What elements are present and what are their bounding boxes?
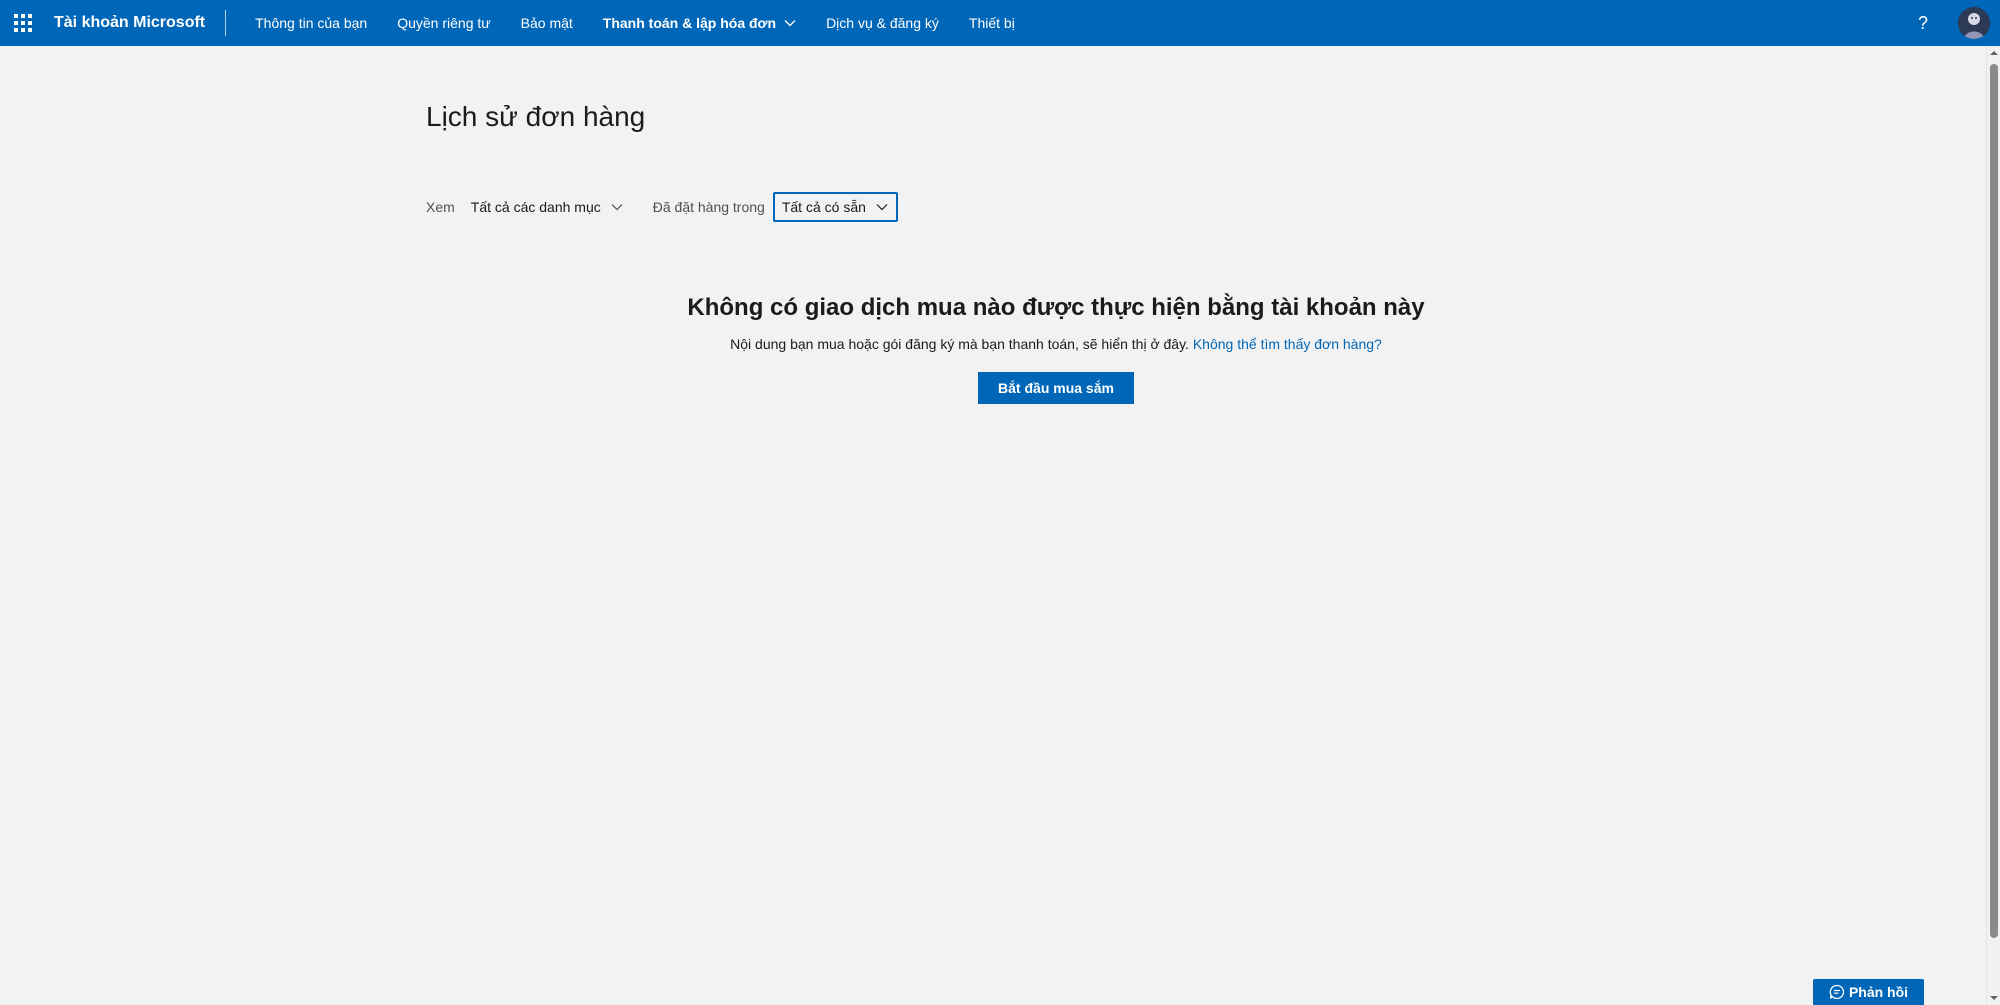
order-filters: Xem Tất cả các danh mục Đã đặt hàng tron…	[426, 191, 898, 223]
empty-state: Không có giao dịch mua nào được thực hiệ…	[426, 294, 1566, 404]
nav-item-privacy[interactable]: Quyền riêng tư	[382, 0, 505, 46]
top-navigation-bar: Tài khoản Microsoft Thông tin của bạn Qu…	[0, 0, 2000, 46]
chevron-down-icon	[784, 19, 796, 27]
time-range-dropdown[interactable]: Tất cả có sẵn	[772, 192, 898, 222]
scrollbar-thumb[interactable]	[1990, 64, 1998, 938]
ordered-within-label: Đã đặt hàng trong	[652, 199, 765, 215]
app-launcher-button[interactable]	[0, 0, 46, 46]
scroll-down-arrow-icon[interactable]	[1987, 991, 2000, 1005]
chat-bubble-icon	[1829, 984, 1845, 1000]
nav-item-security[interactable]: Bảo mật	[506, 0, 588, 46]
nav-item-your-info[interactable]: Thông tin của bạn	[240, 0, 382, 46]
chevron-down-icon	[611, 203, 623, 211]
help-icon: ?	[1917, 12, 1928, 33]
nav-item-devices[interactable]: Thiết bị	[954, 0, 1030, 46]
scroll-up-arrow-icon[interactable]	[1987, 46, 2000, 60]
empty-state-title: Không có giao dịch mua nào được thực hiệ…	[687, 294, 1425, 321]
feedback-button[interactable]: Phản hồi	[1813, 979, 1924, 1005]
vertical-scrollbar[interactable]	[1986, 46, 2000, 1005]
avatar-image-icon	[1958, 7, 1990, 39]
nav-divider	[225, 10, 227, 36]
view-filter-label: Xem	[426, 199, 455, 215]
category-dropdown[interactable]: Tất cả các danh mục	[471, 191, 623, 223]
empty-state-description: Nội dung bạn mua hoặc gói đăng ký mà bạn…	[546, 336, 1566, 352]
avatar[interactable]	[1958, 7, 1990, 39]
page-title: Lịch sử đơn hàng	[426, 101, 646, 132]
waffle-icon	[14, 14, 32, 32]
nav-item-payment-billing[interactable]: Thanh toán & lập hóa đơn	[588, 0, 811, 46]
feedback-label: Phản hồi	[1848, 984, 1909, 1000]
category-dropdown-value: Tất cả các danh mục	[470, 199, 601, 215]
cant-find-order-link[interactable]: Không thể tìm thấy đơn hàng?	[1193, 336, 1382, 352]
start-shopping-button[interactable]: Bắt đầu mua sắm	[978, 372, 1134, 404]
brand-link[interactable]: Tài khoản Microsoft	[54, 14, 205, 32]
chevron-down-icon	[876, 203, 888, 211]
main-nav: Thông tin của bạn Quyền riêng tư Bảo mật…	[240, 0, 1030, 46]
help-button[interactable]: ?	[1908, 0, 1938, 46]
nav-item-services-subscriptions[interactable]: Dịch vụ & đăng ký	[811, 0, 954, 46]
empty-state-description-text: Nội dung bạn mua hoặc gói đăng ký mà bạn…	[730, 336, 1189, 352]
time-range-dropdown-value: Tất cả có sẵn	[781, 199, 866, 215]
